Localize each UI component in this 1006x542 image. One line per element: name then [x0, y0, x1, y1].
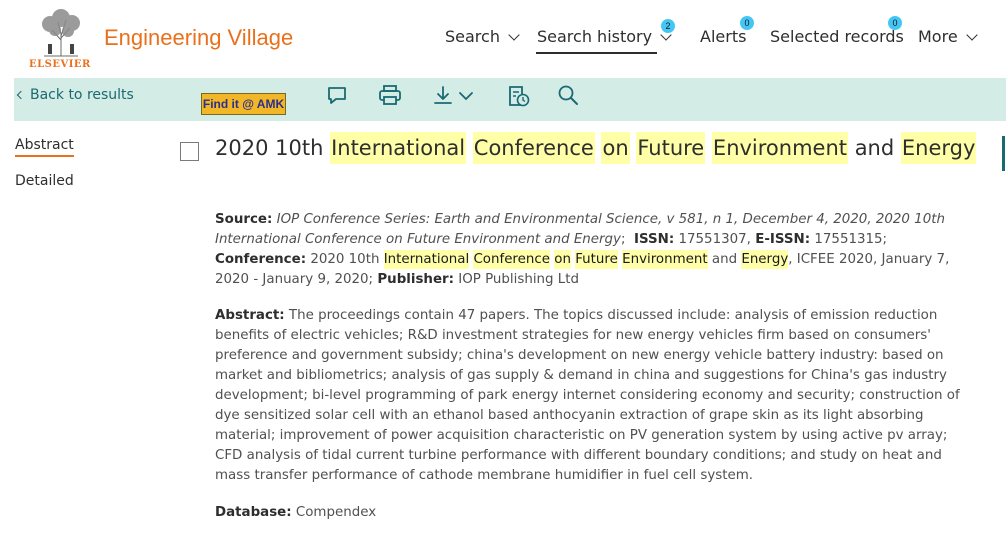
print-icon[interactable] — [378, 84, 402, 110]
nav-alerts[interactable]: Alerts — [700, 27, 746, 46]
tab-detailed[interactable]: Detailed — [15, 173, 74, 189]
alerts-badge: 0 — [740, 16, 754, 30]
issn-value: 17551307, — [678, 232, 751, 247]
eissn-label: E-ISSN: — [755, 232, 811, 247]
conference-highlight: Future — [575, 250, 618, 269]
selected-records-badge: 0 — [888, 16, 902, 30]
nav-more[interactable]: More — [918, 27, 978, 46]
conference-and: and — [707, 252, 742, 267]
search-history-badge: 2 — [661, 19, 675, 33]
nav-selected-records[interactable]: Selected records — [770, 27, 904, 46]
conference-highlight: Environment — [622, 250, 708, 269]
download-icon[interactable] — [432, 84, 478, 110]
conference-highlight: International — [383, 250, 470, 269]
title-highlight: Conference — [472, 132, 595, 164]
conference-highlight: Conference — [473, 250, 550, 269]
search-icon[interactable] — [557, 84, 579, 110]
title-highlight: Environment — [711, 132, 849, 164]
database-block: Database: Compendex — [215, 503, 967, 523]
tab-abstract[interactable]: Abstract — [15, 137, 74, 157]
chevron-down-icon — [508, 28, 520, 41]
nav-search-history[interactable]: Search history — [537, 27, 672, 46]
chevron-down-icon — [966, 28, 978, 41]
elsevier-wordmark: ELSEVIER — [29, 59, 91, 70]
back-to-results-link[interactable]: Back to results — [16, 87, 134, 103]
scroll-indicator — [1002, 136, 1005, 171]
title-text: and — [848, 136, 901, 160]
abstract-label: Abstract: — [215, 308, 285, 323]
abstract-text: The proceedings contain 47 papers. The t… — [215, 308, 960, 483]
select-record-checkbox[interactable] — [180, 142, 199, 161]
nav-search-history-label: Search history — [537, 27, 653, 46]
nav-alerts-label: Alerts — [700, 27, 747, 46]
nav-search[interactable]: Search — [445, 27, 520, 46]
database-label: Database: — [215, 505, 292, 520]
source-block: Source: IOP Conference Series: Earth and… — [215, 212, 950, 287]
record-title[interactable]: 2020 10th International Conference on Fu… — [215, 132, 977, 164]
publisher-label: Publisher: — [377, 272, 454, 287]
find-it-button[interactable]: Find it @ AMK — [201, 93, 286, 115]
title-highlight: Energy — [900, 132, 977, 164]
chevron-left-icon — [16, 90, 26, 100]
source-journal[interactable]: IOP Conference Series: Earth and Environ… — [277, 212, 658, 227]
issn-label: ISSN: — [634, 232, 675, 247]
eissn-value: 17551315; — [814, 232, 888, 247]
abstract-block: Abstract: The proceedings contain 47 pap… — [215, 306, 967, 486]
nav-selected-records-label: Selected records — [770, 27, 904, 46]
nav-more-label: More — [918, 27, 958, 46]
conference-highlight: Energy — [741, 250, 789, 269]
conference-highlight: on — [554, 250, 571, 269]
source-details: , v 581, n 1, December 4, 2020, — [657, 212, 872, 227]
database-value: Compendex — [295, 505, 377, 520]
title-highlight: on — [601, 132, 630, 164]
active-tab-underline — [536, 52, 657, 54]
source-label: Source: — [215, 212, 273, 227]
title-text: 2020 10th — [215, 136, 331, 160]
nav-search-label: Search — [445, 27, 500, 46]
comment-icon[interactable] — [326, 84, 348, 110]
brand-title[interactable]: Engineering Village — [104, 25, 293, 51]
back-to-results-label: Back to results — [30, 87, 134, 103]
title-highlight: International — [330, 132, 467, 164]
citation-history-icon[interactable] — [507, 84, 531, 112]
title-highlight: Future — [636, 132, 706, 164]
conference-pre: 2020 10th — [310, 252, 380, 267]
publisher-value: IOP Publishing Ltd — [458, 272, 579, 287]
conference-label: Conference: — [215, 252, 307, 267]
